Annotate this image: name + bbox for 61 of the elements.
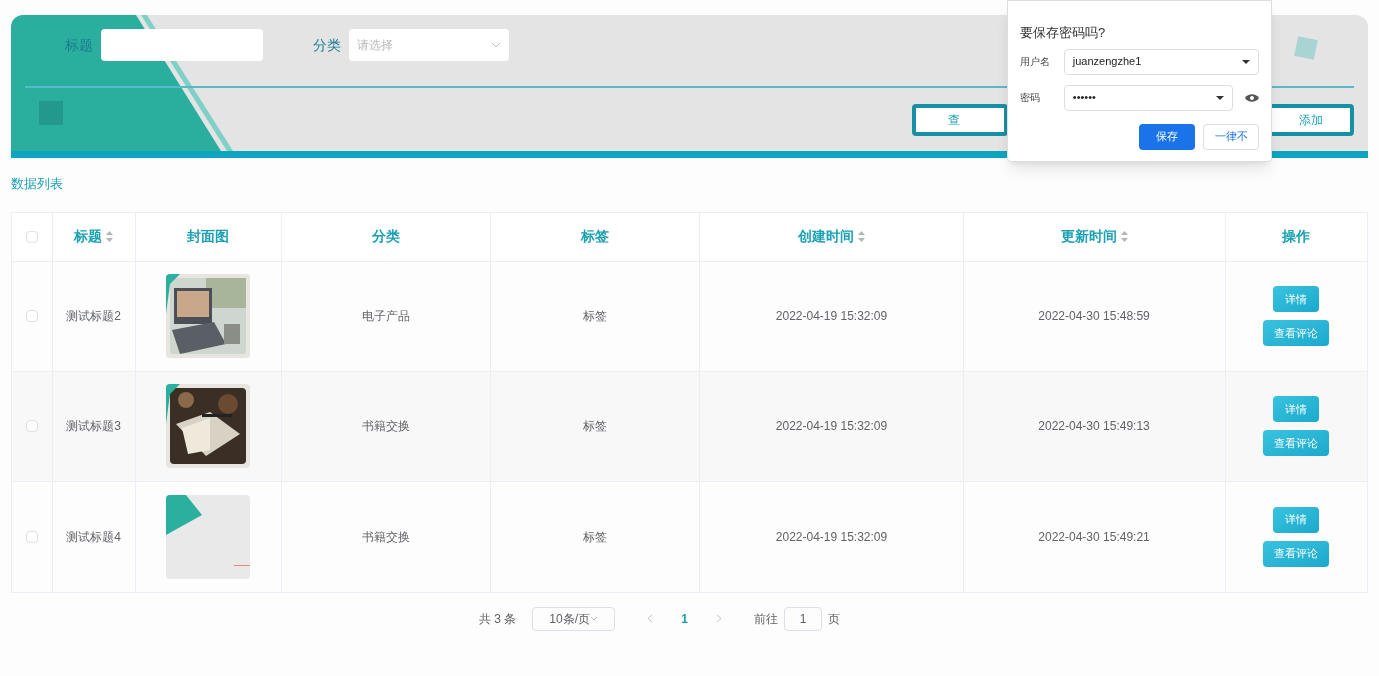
caret-down-icon: [1242, 59, 1250, 64]
caret-down-icon: [1216, 95, 1225, 100]
select-all-checkbox[interactable]: [25, 230, 38, 243]
title-input[interactable]: [101, 29, 263, 61]
table-cell-text: 测试标题3: [66, 418, 122, 435]
table-cell-text: 2022-04-19 15:32:09: [775, 528, 888, 546]
table-cell-text: 测试标题2: [66, 308, 122, 325]
view-comments-button[interactable]: 查看评论: [1263, 320, 1330, 346]
details-button[interactable]: 详情: [1273, 396, 1320, 422]
table-cell-text: 2022-04-30 15:49:13: [1038, 418, 1150, 435]
column-header: 标签: [581, 227, 610, 246]
save-button[interactable]: 保存: [1139, 123, 1195, 150]
column-header: 封面图: [187, 227, 230, 246]
table-cell-text: 测试标题4: [66, 528, 122, 546]
row-checkbox[interactable]: [25, 530, 38, 543]
query-button[interactable]: 查: [912, 104, 1008, 136]
popup-title: 要保存密码吗?: [1020, 24, 1107, 42]
category-select[interactable]: 请选择: [349, 29, 509, 61]
previous-page-icon[interactable]: [647, 614, 654, 623]
table-cell-text: 标签: [583, 418, 608, 435]
table-cell-text: 2022-04-30 15:49:21: [1038, 528, 1150, 546]
view-comments-button[interactable]: 查看评论: [1263, 430, 1330, 456]
username-field[interactable]: juanzengzhe1: [1063, 48, 1259, 75]
username-label: 用户名: [1020, 55, 1051, 69]
eye-icon[interactable]: [1245, 92, 1259, 103]
password-label: 密码: [1020, 91, 1041, 105]
next-page-icon[interactable]: [716, 614, 722, 623]
goto-page-input[interactable]: 1: [784, 606, 822, 631]
category-label: 分类: [313, 36, 341, 55]
sort-icon[interactable]: [106, 231, 114, 242]
table-cell-text: 标签: [583, 308, 608, 325]
never-button[interactable]: 一律不: [1203, 123, 1259, 150]
column-header: 标题: [74, 227, 103, 246]
column-header: 创建时间: [798, 227, 854, 246]
goto-label: 前往: [754, 610, 778, 628]
table-cell-text: 2022-04-19 15:32:09: [775, 418, 888, 435]
page-size-select[interactable]: 10条/页: [532, 606, 616, 631]
chevron-down-icon: [491, 42, 501, 48]
view-comments-button[interactable]: 查看评论: [1263, 540, 1330, 567]
column-header: 分类: [372, 227, 401, 246]
row-checkbox[interactable]: [25, 310, 38, 322]
table-cell-text: 标签: [583, 528, 608, 546]
sort-icon[interactable]: [1120, 231, 1128, 242]
row-checkbox[interactable]: [25, 420, 38, 432]
section-title: 数据列表: [11, 175, 64, 193]
table-cell-text: 2022-04-30 15:48:59: [1038, 308, 1150, 325]
page-unit-label: 页: [828, 610, 840, 628]
column-header: 操作: [1282, 227, 1311, 246]
chevron-down-icon: [590, 616, 599, 621]
table-cell-text: 书籍交换: [362, 528, 411, 546]
table-cell-text: 电子产品: [362, 308, 411, 325]
sort-icon[interactable]: [858, 231, 865, 242]
table-cell-text: 书籍交换: [362, 418, 411, 435]
page-number[interactable]: 1: [669, 609, 700, 628]
total-count: 共 3 条: [479, 610, 517, 628]
banner-square-icon: [1294, 36, 1318, 60]
column-header: 更新时间: [1060, 227, 1117, 246]
password-field[interactable]: ••••••: [1063, 84, 1234, 111]
details-button[interactable]: 详情: [1273, 286, 1320, 312]
details-button[interactable]: 详情: [1273, 506, 1320, 533]
table-cell-text: 2022-04-19 15:32:09: [775, 308, 888, 325]
